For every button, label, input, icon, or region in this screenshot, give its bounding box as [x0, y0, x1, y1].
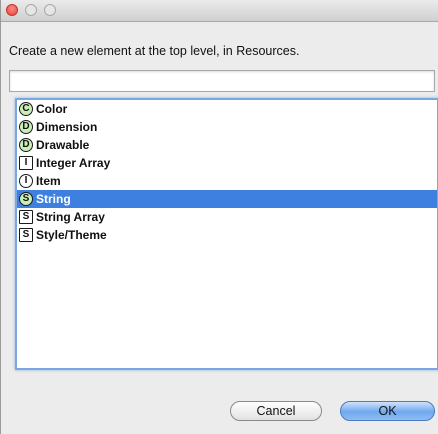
list-item-label: Dimension [36, 120, 98, 134]
resource-type-circle-d-icon: D [19, 138, 33, 152]
resource-type-circle-d-icon: D [19, 120, 33, 134]
ok-button[interactable]: OK [340, 401, 435, 421]
list-item-color[interactable]: C Color [17, 100, 437, 118]
title-bar[interactable] [1, 0, 438, 22]
list-item-string[interactable]: S String [17, 190, 437, 208]
list-item-label: Style/Theme [36, 228, 107, 242]
zoom-window-icon[interactable] [44, 4, 56, 16]
list-item-label: Drawable [36, 138, 90, 152]
list-item-label: String Array [36, 210, 105, 224]
list-item-item[interactable]: I Item [17, 172, 437, 190]
list-item-label: String [36, 192, 71, 206]
resource-type-circle-i-icon: I [19, 174, 33, 188]
resource-type-square-i-icon: I [19, 156, 33, 170]
element-type-list[interactable]: C Color D Dimension D Drawable I Integer Array I… [15, 98, 438, 370]
close-window-icon[interactable] [6, 4, 18, 16]
resource-type-square-s-icon: S [19, 210, 33, 224]
list-item-label: Integer Array [36, 156, 111, 170]
list-item-integer-array[interactable]: I Integer Array [17, 154, 437, 172]
list-item-label: Color [36, 102, 68, 116]
cancel-button[interactable]: Cancel [230, 401, 322, 421]
resource-type-square-s-icon: S [19, 228, 33, 242]
list-item-style-theme[interactable]: S Style/Theme [17, 226, 437, 244]
minimize-window-icon[interactable] [25, 4, 37, 16]
resource-type-circle-c-icon: C [19, 102, 33, 116]
list-item-dimension[interactable]: D Dimension [17, 118, 437, 136]
list-item-label: Item [36, 174, 61, 188]
dialog-prompt: Create a new element at the top level, i… [9, 44, 300, 58]
resource-type-circle-s-icon: S [19, 192, 33, 206]
dialog-window: Create a new element at the top level, i… [0, 0, 438, 434]
filter-input[interactable] [9, 70, 435, 92]
list-item-drawable[interactable]: D Drawable [17, 136, 437, 154]
list-item-string-array[interactable]: S String Array [17, 208, 437, 226]
